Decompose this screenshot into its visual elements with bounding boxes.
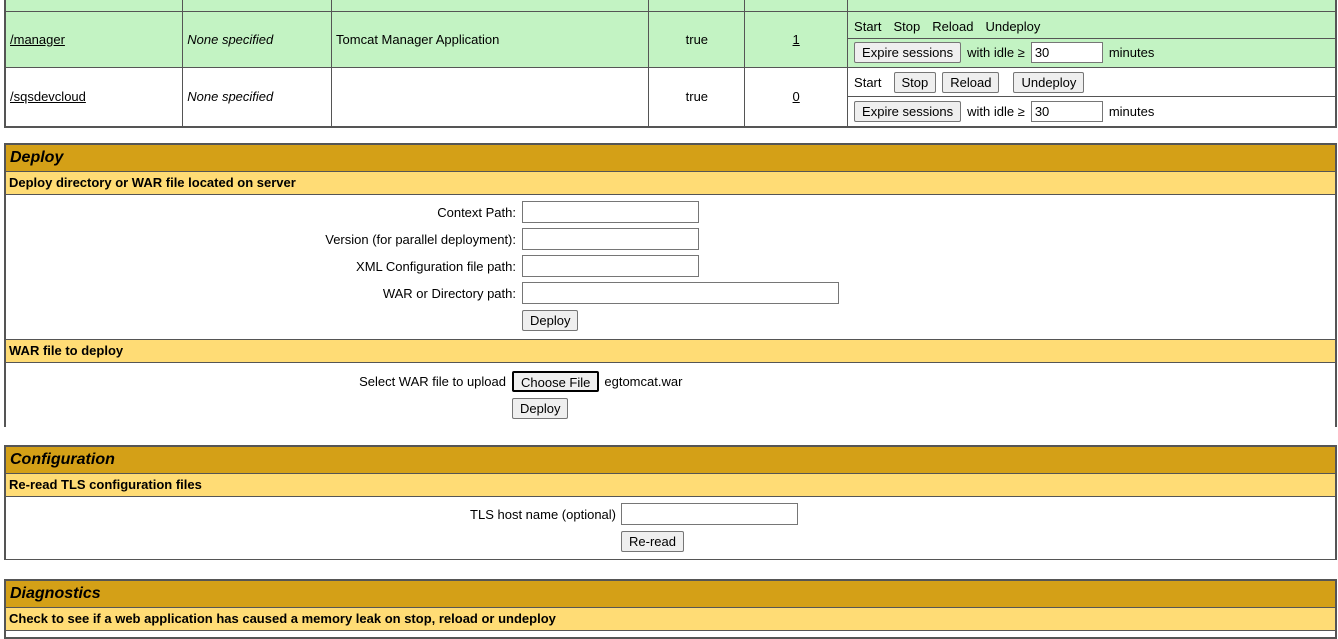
reload-command: Reload [932, 19, 974, 34]
chosen-file-name: egtomcat.war [604, 373, 683, 389]
app-path-link-sqsdevcloud[interactable]: /sqsdevcloud [10, 89, 86, 104]
expire-sessions-button[interactable]: Expire sessions [854, 100, 962, 122]
undeploy-button[interactable]: Undeploy [1013, 71, 1085, 93]
expire-sessions-button[interactable]: Expire sessions [854, 42, 962, 63]
app-display-name: Tomcat Manager Application [331, 10, 650, 68]
war-dir-label: WAR or Directory path: [382, 285, 516, 301]
context-path-label: Context Path: [437, 204, 516, 220]
app-commands: Start Stop Reload Undeploy Expire sessio… [847, 66, 1337, 127]
idle-minutes-input[interactable] [1030, 42, 1103, 63]
app-version: None specified [182, 10, 333, 68]
app-path-link-manager[interactable]: /manager [10, 32, 65, 47]
diagnostics-title: Diagnostics [6, 581, 1335, 608]
with-idle-label: with idle ≥ [967, 45, 1025, 60]
minutes-label: minutes [1108, 103, 1155, 119]
tls-host-label: TLS host name (optional) [470, 506, 616, 522]
minutes-label: minutes [1108, 45, 1155, 60]
deploy-server-subtitle: Deploy directory or WAR file located on … [6, 172, 1335, 195]
war-upload-form: Select WAR file to upload Choose File eg… [6, 363, 1335, 427]
deploy-title: Deploy [6, 145, 1335, 172]
xml-config-input[interactable] [522, 255, 699, 277]
with-idle-label: with idle ≥ [967, 103, 1025, 119]
reread-button[interactable]: Re-read [621, 530, 684, 552]
version-label: Version (for parallel deployment): [325, 231, 516, 247]
app-display-name [331, 66, 650, 127]
context-path-input[interactable] [522, 201, 699, 223]
start-command: Start [854, 74, 882, 90]
idle-minutes-input[interactable] [1030, 100, 1103, 122]
configuration-title: Configuration [6, 447, 1335, 474]
table-row: /sqsdevcloud None specified true 0 Start… [4, 66, 1337, 127]
configuration-section: Configuration Re-read TLS configuration … [4, 445, 1337, 560]
deploy-server-form: Context Path: Version (for parallel depl… [6, 195, 1335, 340]
tls-host-input[interactable] [621, 503, 798, 525]
upload-deploy-button[interactable]: Deploy [512, 397, 569, 419]
xml-config-label: XML Configuration file path: [356, 258, 516, 274]
app-commands: Start Stop Reload Undeploy Expire sessio… [847, 10, 1337, 68]
start-command: Start [854, 19, 882, 34]
app-sessions-link[interactable]: 0 [793, 89, 800, 104]
tls-form: TLS host name (optional) Re-read [6, 497, 1335, 559]
select-war-label: Select WAR file to upload [359, 373, 506, 389]
reload-button[interactable]: Reload [942, 71, 1000, 93]
app-running: true [648, 10, 746, 68]
war-dir-input[interactable] [522, 282, 839, 304]
diagnostics-subtitle: Check to see if a web application has ca… [6, 608, 1335, 631]
configuration-subtitle: Re-read TLS configuration files [6, 474, 1335, 497]
undeploy-command: Undeploy [985, 19, 1041, 34]
app-running: true [648, 66, 746, 127]
choose-file-button[interactable]: Choose File [512, 370, 600, 392]
table-row: /manager None specified Tomcat Manager A… [4, 10, 1337, 68]
deploy-button[interactable]: Deploy [522, 309, 579, 331]
applications-table: /manager None specified Tomcat Manager A… [4, 0, 1337, 128]
deploy-section: Deploy Deploy directory or WAR file loca… [4, 143, 1337, 427]
war-upload-subtitle: WAR file to deploy [6, 340, 1335, 363]
app-version: None specified [182, 66, 333, 127]
version-input[interactable] [522, 228, 699, 250]
stop-command: Stop [893, 19, 921, 34]
app-sessions-link[interactable]: 1 [793, 32, 800, 47]
diagnostics-section: Diagnostics Check to see if a web applic… [4, 579, 1337, 639]
table-row [4, 0, 1337, 12]
stop-button[interactable]: Stop [893, 71, 937, 93]
